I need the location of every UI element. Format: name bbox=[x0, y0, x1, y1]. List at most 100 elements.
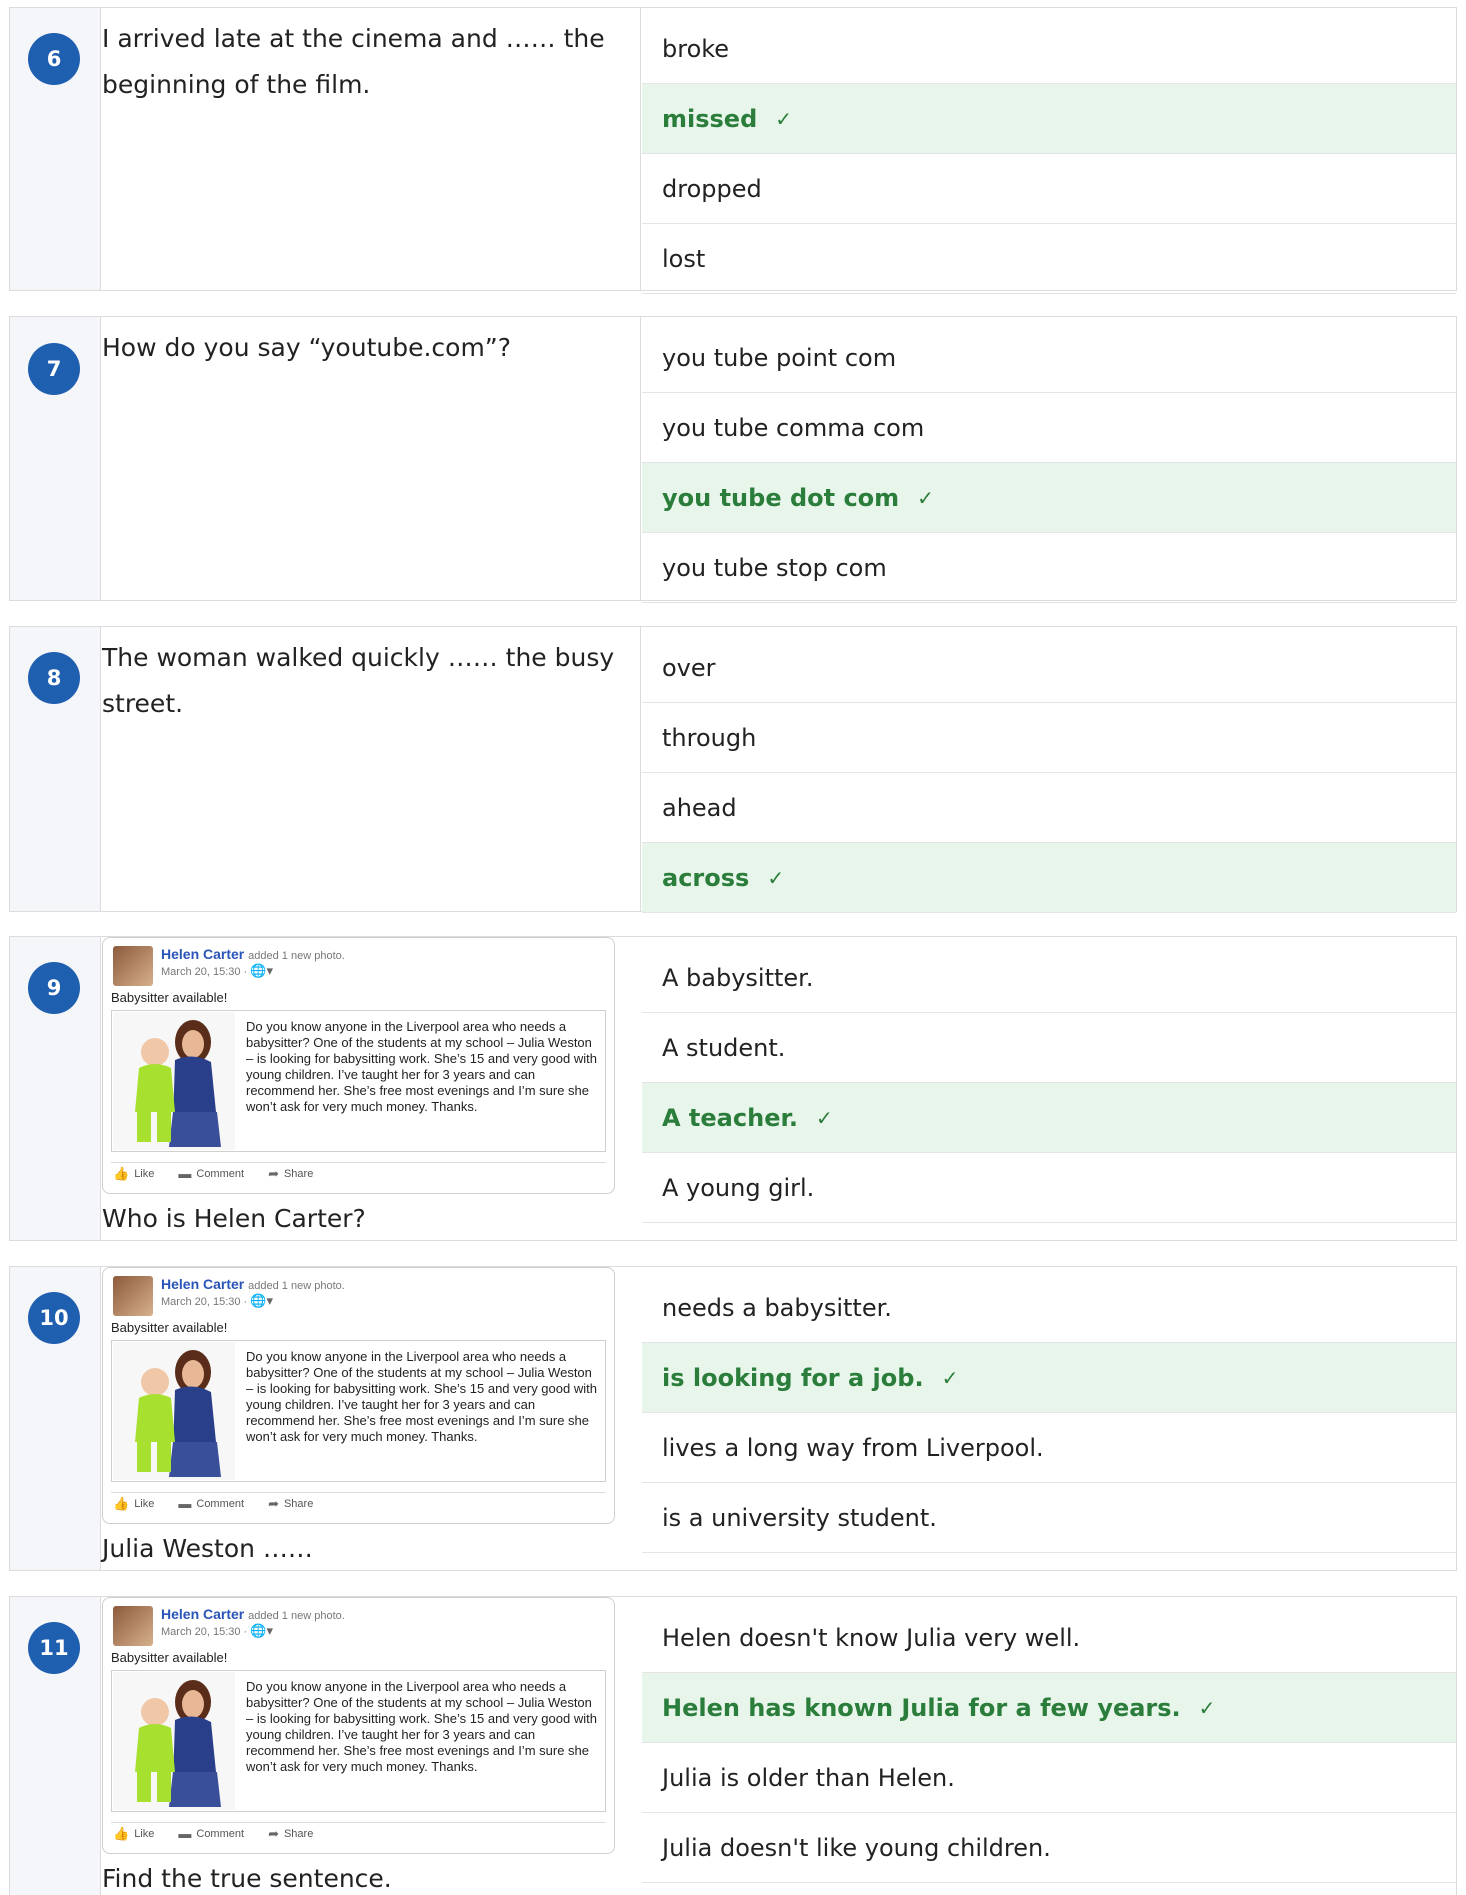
answer-option-correct[interactable]: is looking for a job. ✓ bbox=[642, 1343, 1456, 1413]
question-number-column: 8 bbox=[10, 627, 101, 911]
answer-option-correct[interactable]: missed ✓ bbox=[642, 84, 1456, 154]
question-number-badge: 7 bbox=[28, 343, 80, 395]
answer-option-correct[interactable]: across ✓ bbox=[642, 843, 1456, 913]
answer-option-label: you tube point com bbox=[662, 343, 897, 372]
question-text: Who is Helen Carter? bbox=[102, 1204, 366, 1233]
answer-option[interactable]: Julia doesn't like young children. bbox=[642, 1813, 1456, 1883]
answer-option[interactable]: Julia is older than Helen. bbox=[642, 1743, 1456, 1813]
post-body: Do you know anyone in the Liverpool area… bbox=[246, 1019, 597, 1114]
answer-option[interactable]: you tube comma com bbox=[642, 393, 1456, 463]
answer-option[interactable]: through bbox=[642, 703, 1456, 773]
answer-option[interactable]: lives a long way from Liverpool. bbox=[642, 1413, 1456, 1483]
photo-babysitter-image bbox=[113, 1342, 235, 1480]
answer-option-label: A teacher. bbox=[662, 1103, 798, 1132]
answer-option-correct[interactable]: Helen has known Julia for a few years. ✓ bbox=[642, 1673, 1456, 1743]
answer-option-label: Helen has known Julia for a few years. bbox=[662, 1693, 1181, 1722]
question-number-column: 11 bbox=[10, 1597, 101, 1895]
question-6: 6 I arrived late at the cinema and …… th… bbox=[9, 7, 1457, 294]
answer-options: needs a babysitter. is looking for a job… bbox=[642, 1267, 1456, 1570]
question-number-badge: 8 bbox=[28, 652, 80, 704]
answer-option-label: you tube comma com bbox=[662, 413, 925, 442]
answer-options: Helen doesn't know Julia very well. Hele… bbox=[642, 1597, 1456, 1895]
answer-option[interactable]: A student. bbox=[642, 1013, 1456, 1083]
question-11: 11 Helen Carter added 1 new photo. March… bbox=[9, 1596, 1457, 1895]
post-title: Babysitter available! bbox=[111, 1320, 228, 1335]
post-actions: 👍 Like ▬ Comment ➦ Share bbox=[111, 1822, 606, 1844]
answer-option-label: through bbox=[662, 723, 757, 752]
question-9: 9 Helen Carter added 1 new photo. March … bbox=[9, 936, 1457, 1241]
question-number-column: 7 bbox=[10, 317, 101, 600]
post-author-name: Helen Carter bbox=[161, 1276, 245, 1292]
post-author-name: Helen Carter bbox=[161, 946, 245, 962]
post-title: Babysitter available! bbox=[111, 1650, 228, 1665]
answer-option[interactable]: broke bbox=[642, 14, 1456, 84]
photo-babysitter-image bbox=[113, 1012, 235, 1150]
globe-icon: 🌐▾ bbox=[250, 1293, 273, 1308]
answer-option-label: you tube dot com bbox=[662, 483, 900, 512]
check-icon: ✓ bbox=[917, 485, 934, 510]
answer-option[interactable]: dropped bbox=[642, 154, 1456, 224]
answer-option-label: A babysitter. bbox=[662, 963, 814, 992]
answer-option[interactable]: is a university student. bbox=[642, 1483, 1456, 1553]
answer-option-label: needs a babysitter. bbox=[662, 1293, 892, 1322]
question-text: I arrived late at the cinema and …… the … bbox=[102, 24, 605, 99]
answer-option-label: lives a long way from Liverpool. bbox=[662, 1433, 1044, 1462]
share-button[interactable]: ➦ Share bbox=[268, 1496, 313, 1512]
answer-option[interactable]: needs a babysitter. bbox=[642, 1273, 1456, 1343]
answer-option[interactable]: ahead bbox=[642, 773, 1456, 843]
post-photo bbox=[113, 1012, 235, 1150]
like-button[interactable]: 👍 Like bbox=[113, 1826, 154, 1842]
answer-option-label: Julia is older than Helen. bbox=[662, 1763, 955, 1792]
thumbs-up-icon: 👍 bbox=[113, 1165, 130, 1181]
comment-button[interactable]: ▬ Comment bbox=[178, 1496, 244, 1511]
answer-option[interactable]: Helen doesn't know Julia very well. bbox=[642, 1603, 1456, 1673]
question-text: Julia Weston …… bbox=[102, 1534, 313, 1563]
photo-babysitter-image bbox=[113, 1672, 235, 1810]
like-button[interactable]: 👍 Like bbox=[113, 1496, 154, 1512]
thumbs-up-icon: 👍 bbox=[113, 1825, 130, 1841]
post-author[interactable]: Helen Carter added 1 new photo. bbox=[161, 946, 345, 962]
answer-option-label: A young girl. bbox=[662, 1173, 815, 1202]
question-text-column: The woman walked quickly …… the busy str… bbox=[102, 627, 641, 911]
post-author[interactable]: Helen Carter added 1 new photo. bbox=[161, 1276, 345, 1292]
comment-button[interactable]: ▬ Comment bbox=[178, 1826, 244, 1841]
question-text-column: How do you say “youtube.com”? bbox=[102, 317, 641, 600]
share-icon: ➦ bbox=[268, 1825, 279, 1841]
share-button[interactable]: ➦ Share bbox=[268, 1826, 313, 1842]
answer-option-label: over bbox=[662, 653, 716, 682]
check-icon: ✓ bbox=[816, 1105, 833, 1130]
answer-option[interactable]: A babysitter. bbox=[642, 943, 1456, 1013]
answer-option-label: across bbox=[662, 863, 750, 892]
avatar bbox=[113, 1606, 153, 1646]
post-action: added 1 new photo. bbox=[248, 1610, 345, 1622]
like-button[interactable]: 👍 Like bbox=[113, 1166, 154, 1182]
answer-option[interactable]: you tube point com bbox=[642, 323, 1456, 393]
check-icon: ✓ bbox=[775, 106, 793, 131]
comment-button[interactable]: ▬ Comment bbox=[178, 1166, 244, 1181]
post-date: March 20, 15:30 · 🌐▾ bbox=[161, 1623, 273, 1638]
answer-option-correct[interactable]: you tube dot com ✓ bbox=[642, 463, 1456, 533]
post-date: March 20, 15:30 · 🌐▾ bbox=[161, 963, 273, 978]
post-photo bbox=[113, 1342, 235, 1480]
post-action: added 1 new photo. bbox=[248, 950, 345, 962]
thumbs-up-icon: 👍 bbox=[113, 1495, 130, 1511]
answer-option[interactable]: A young girl. bbox=[642, 1153, 1456, 1223]
comment-icon: ▬ bbox=[178, 1166, 192, 1181]
answer-option[interactable]: over bbox=[642, 633, 1456, 703]
question-number-badge: 11 bbox=[28, 1622, 80, 1674]
answer-option[interactable]: you tube stop com bbox=[642, 533, 1456, 603]
share-button[interactable]: ➦ Share bbox=[268, 1166, 313, 1182]
post-author[interactable]: Helen Carter added 1 new photo. bbox=[161, 1606, 345, 1622]
post-date: March 20, 15:30 · 🌐▾ bbox=[161, 1293, 273, 1308]
answer-option-correct[interactable]: A teacher. ✓ bbox=[642, 1083, 1456, 1153]
answer-option[interactable]: lost bbox=[642, 224, 1456, 294]
answer-options: over through ahead across ✓ bbox=[642, 627, 1456, 913]
comment-icon: ▬ bbox=[178, 1496, 192, 1511]
answer-options: you tube point com you tube comma com yo… bbox=[642, 317, 1456, 603]
question-10: 10 Helen Carter added 1 new photo. March… bbox=[9, 1266, 1457, 1571]
answer-option-label: dropped bbox=[662, 174, 762, 203]
answer-option-label: A student. bbox=[662, 1033, 786, 1062]
share-icon: ➦ bbox=[268, 1495, 279, 1511]
answer-option-label: you tube stop com bbox=[662, 553, 887, 582]
question-text-column: I arrived late at the cinema and …… the … bbox=[102, 8, 641, 290]
